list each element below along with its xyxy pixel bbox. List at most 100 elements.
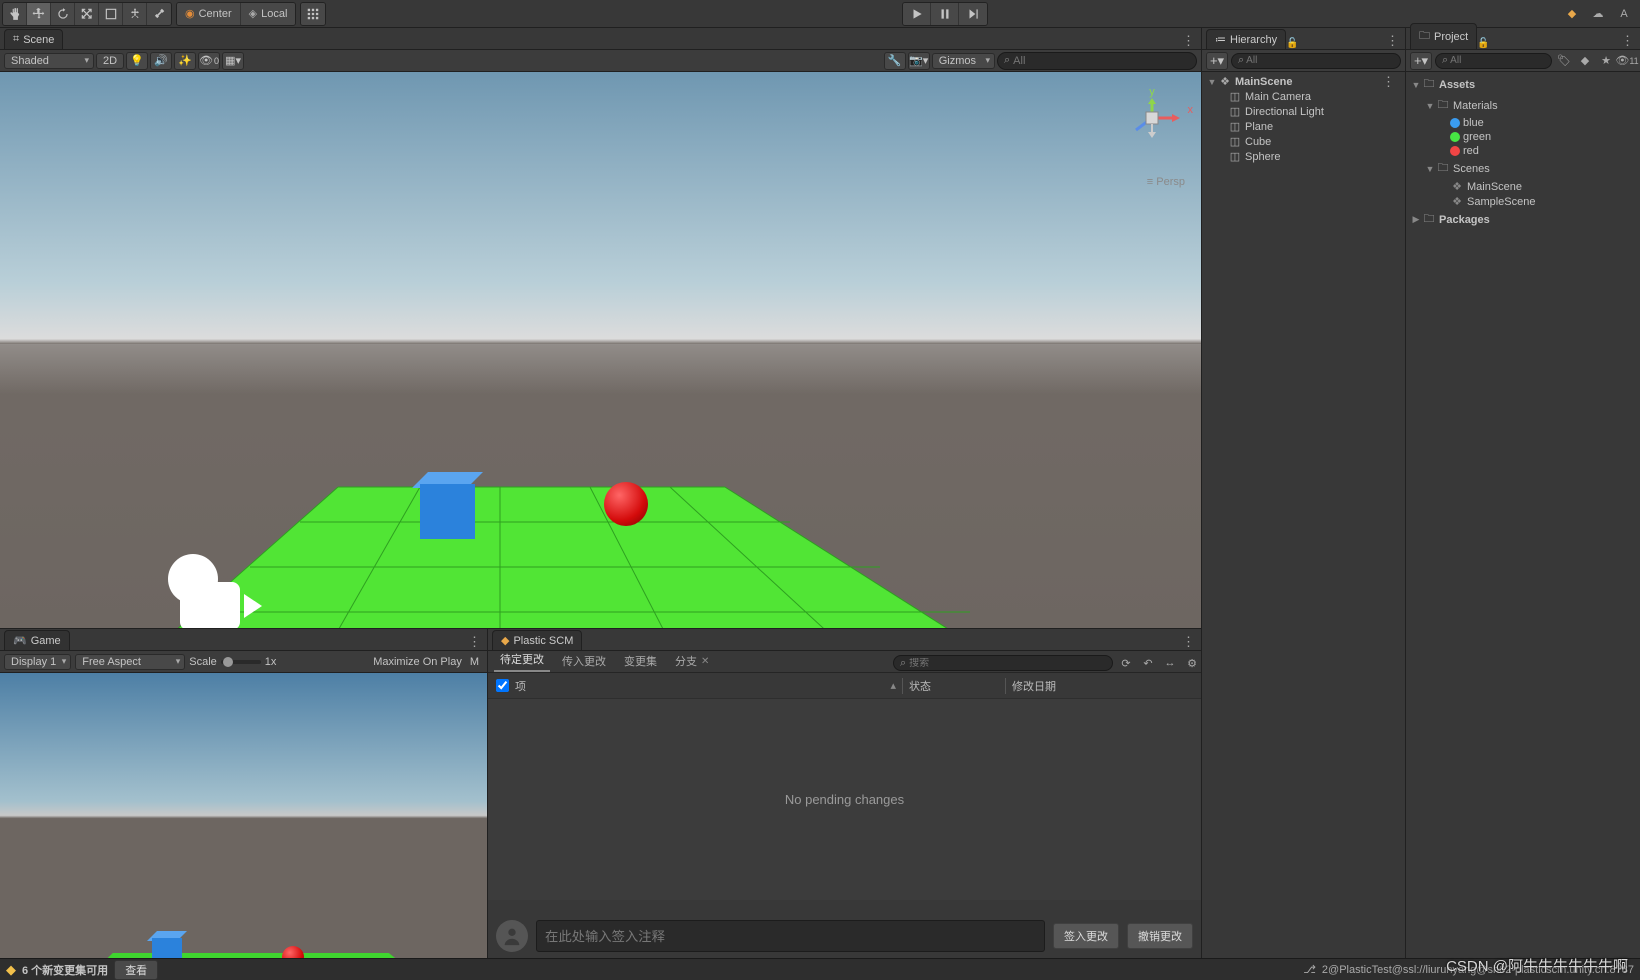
- grid-dropdown[interactable]: ▦▾: [222, 52, 244, 70]
- scale-slider[interactable]: [221, 660, 261, 664]
- plastic-search[interactable]: ⌕: [893, 655, 1113, 671]
- hierarchy-search[interactable]: ⌕: [1231, 53, 1401, 69]
- revert-button[interactable]: 撤销更改: [1127, 923, 1193, 949]
- snap-toggle[interactable]: [301, 3, 325, 25]
- space-toggle[interactable]: ◈ Local: [241, 3, 296, 25]
- hierarchy-icon: ≔: [1215, 33, 1226, 46]
- project-scenes-folder[interactable]: ▼🗀Scenes: [1406, 158, 1640, 179]
- hand-tool[interactable]: [3, 3, 27, 25]
- plastic-tab-pending[interactable]: 待定更改: [494, 648, 550, 672]
- project-materials-folder[interactable]: ▼🗀Materials: [1406, 95, 1640, 116]
- aspect-dropdown[interactable]: Free Aspect: [75, 654, 185, 670]
- move-tool[interactable]: [27, 3, 51, 25]
- tools-icon[interactable]: 🔧: [884, 52, 906, 70]
- scene-search[interactable]: ⌕: [997, 52, 1197, 70]
- plastic-tab-branches[interactable]: 分支✕: [669, 650, 715, 672]
- shading-mode-dropdown[interactable]: Shaded: [4, 53, 94, 69]
- lock-icon[interactable]: 🔓: [1477, 38, 1489, 49]
- scene-tab[interactable]: ⌗ Scene: [4, 29, 63, 49]
- plastic-tab-incoming[interactable]: 传入更改: [556, 650, 612, 672]
- project-material-red[interactable]: red: [1406, 144, 1640, 158]
- hidden-objects[interactable]: 👁0: [198, 52, 220, 70]
- rect-tool[interactable]: [99, 3, 123, 25]
- plastic-tab[interactable]: ◆ Plastic SCM: [492, 630, 582, 650]
- status-view-button[interactable]: 查看: [114, 960, 158, 980]
- camera-icon[interactable]: 📷▾: [908, 52, 930, 70]
- plastic-scm-icon[interactable]: ◆: [1560, 3, 1584, 25]
- col-item[interactable]: 项: [515, 678, 526, 694]
- warning-icon: ◆: [6, 962, 16, 978]
- search-icon: ⌕: [1004, 54, 1010, 67]
- scene-row-menu[interactable]: ⋮: [1376, 74, 1401, 90]
- audio-toggle[interactable]: 🔊: [150, 52, 172, 70]
- cloud-icon[interactable]: ☁: [1586, 3, 1610, 25]
- project-material-green[interactable]: green: [1406, 130, 1640, 144]
- account-icon[interactable]: A: [1612, 3, 1636, 25]
- select-all-checkbox[interactable]: [496, 679, 509, 692]
- hierarchy-scene-row[interactable]: ▼ ❖ MainScene ⋮: [1202, 74, 1405, 89]
- hierarchy-tab-menu[interactable]: ⋮: [1380, 33, 1405, 49]
- hierarchy-item-camera[interactable]: ◫Main Camera: [1202, 89, 1405, 104]
- project-search-input[interactable]: [1450, 55, 1545, 66]
- project-material-blue[interactable]: blue: [1406, 116, 1640, 130]
- fx-toggle[interactable]: ✨: [174, 52, 196, 70]
- plastic-tab-changesets[interactable]: 变更集: [618, 650, 663, 672]
- undo-icon[interactable]: ↶: [1139, 654, 1157, 672]
- pivot-toggle[interactable]: ◉ Center: [177, 3, 241, 25]
- hierarchy-item-sphere[interactable]: ◫Sphere: [1202, 149, 1405, 164]
- close-icon[interactable]: ✕: [701, 656, 709, 667]
- hierarchy-tab[interactable]: ≔ Hierarchy: [1206, 29, 1286, 49]
- plastic-panel-menu[interactable]: ⋮: [1176, 634, 1201, 650]
- scene-tab-menu[interactable]: ⋮: [1176, 33, 1201, 49]
- pause-button[interactable]: [931, 3, 959, 25]
- game-tab-menu[interactable]: ⋮: [462, 634, 487, 650]
- hierarchy-search-input[interactable]: [1246, 55, 1394, 66]
- project-tab[interactable]: 🗀 Project: [1410, 23, 1477, 49]
- refresh-icon[interactable]: ⟳: [1117, 654, 1135, 672]
- commit-button[interactable]: 签入更改: [1053, 923, 1119, 949]
- 2d-toggle[interactable]: 2D: [96, 53, 124, 69]
- custom-tool[interactable]: [147, 3, 171, 25]
- col-date[interactable]: 修改日期: [1012, 678, 1056, 694]
- commit-message-input[interactable]: [536, 920, 1045, 952]
- gameobject-icon: ◫: [1228, 120, 1242, 133]
- transform-tool[interactable]: [123, 3, 147, 25]
- display-dropdown[interactable]: Display 1: [4, 654, 71, 670]
- col-status[interactable]: 状态: [909, 678, 999, 694]
- hierarchy-item-plane[interactable]: ◫Plane: [1202, 119, 1405, 134]
- step-button[interactable]: [959, 3, 987, 25]
- project-assets[interactable]: ▼🗀Assets: [1406, 74, 1640, 95]
- project-create[interactable]: +▾: [1410, 52, 1432, 70]
- orientation-gizmo[interactable]: y x: [1117, 86, 1187, 141]
- hierarchy-item-light[interactable]: ◫Directional Light: [1202, 104, 1405, 119]
- project-tree[interactable]: ▼🗀Assets ▼🗀Materials blue green red ▼🗀Sc…: [1406, 72, 1640, 958]
- play-button[interactable]: [903, 3, 931, 25]
- project-scene-main[interactable]: ❖MainScene: [1406, 179, 1640, 194]
- hidden-packages[interactable]: 👁11: [1618, 52, 1636, 70]
- game-tab[interactable]: 🎮 Game: [4, 630, 70, 650]
- filter-by-label-icon[interactable]: ◆: [1576, 52, 1594, 70]
- scene-viewport[interactable]: y x ≡ Persp: [0, 72, 1201, 628]
- gizmos-dropdown[interactable]: Gizmos: [932, 53, 995, 69]
- project-scene-sample[interactable]: ❖SampleScene: [1406, 194, 1640, 209]
- settings-icon[interactable]: ⚙: [1183, 654, 1201, 672]
- filter-by-type-icon[interactable]: 🏷: [1555, 52, 1573, 70]
- lock-icon[interactable]: 🔓: [1286, 38, 1298, 49]
- redo-icon[interactable]: ↔: [1161, 654, 1179, 672]
- rotate-tool[interactable]: [51, 3, 75, 25]
- project-packages[interactable]: ▶🗀Packages: [1406, 209, 1640, 230]
- scene-search-input[interactable]: [1013, 55, 1190, 67]
- lighting-toggle[interactable]: 💡: [126, 52, 148, 70]
- plastic-search-input[interactable]: [909, 658, 1106, 669]
- m-button[interactable]: M: [466, 656, 483, 668]
- favorites-icon[interactable]: ★: [1597, 52, 1615, 70]
- create-dropdown[interactable]: +▾: [1206, 52, 1228, 70]
- scale-tool[interactable]: [75, 3, 99, 25]
- persp-label[interactable]: ≡ Persp: [1147, 176, 1185, 188]
- hierarchy-item-cube[interactable]: ◫Cube: [1202, 134, 1405, 149]
- hierarchy-tree[interactable]: ▼ ❖ MainScene ⋮ ◫Main Camera ◫Directiona…: [1202, 72, 1405, 958]
- project-search[interactable]: ⌕: [1435, 53, 1552, 69]
- plastic-content: 项 ▴ 状态 修改日期 No pending changes 签入更改 撤销更改: [488, 673, 1201, 958]
- maximize-label[interactable]: Maximize On Play: [373, 656, 462, 668]
- project-tab-menu[interactable]: ⋮: [1615, 33, 1640, 49]
